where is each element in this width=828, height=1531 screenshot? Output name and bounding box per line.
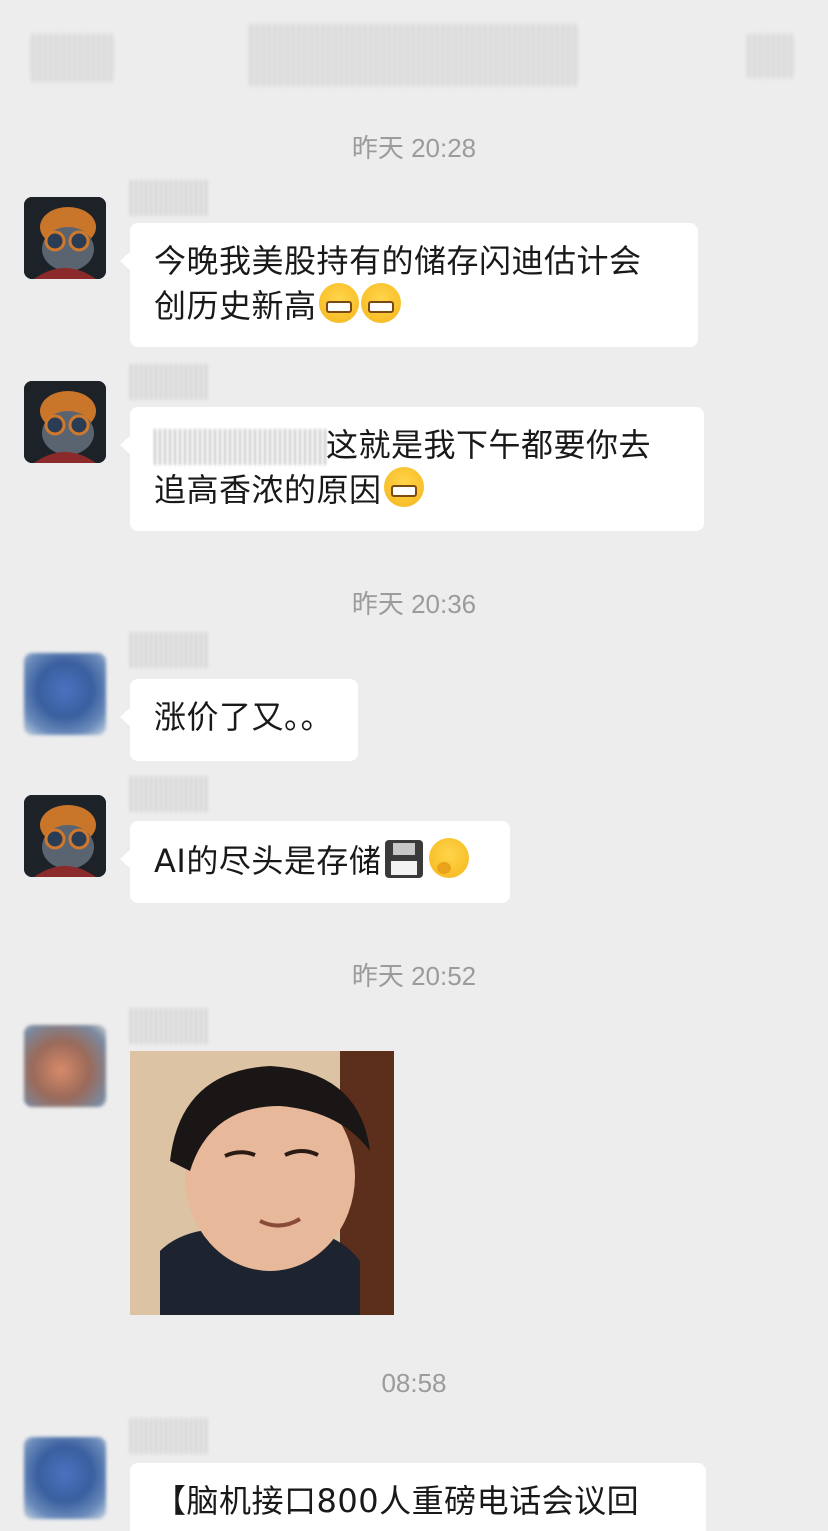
message-bubble[interactable]: 今晚我美股持有的储存闪迪估计会 创历史新高: [120, 223, 698, 347]
message-text: 【脑机接口800人重磅电话会议回: [154, 1482, 640, 1520]
grinning-face-icon: [318, 283, 359, 323]
redacted-mention: [154, 429, 326, 465]
cat-avatar-icon: [24, 381, 106, 463]
avatar[interactable]: [24, 795, 106, 877]
message-text-line: 这就是我下午都要你去: [154, 424, 680, 467]
message-text-line: 今晚我美股持有的储存闪迪估计会: [154, 242, 642, 280]
grinning-face-icon: [360, 283, 401, 323]
timestamp: 08:58: [381, 1368, 447, 1398]
avatar[interactable]: [24, 1437, 106, 1519]
timestamp: 昨天 20:52: [351, 961, 477, 991]
avatar[interactable]: [24, 197, 106, 279]
sender-name: [130, 180, 210, 216]
sender-name: [130, 1008, 210, 1044]
back-button[interactable]: [32, 34, 112, 82]
timestamp: 昨天 20:36: [351, 589, 477, 619]
grinning-face-icon: [383, 467, 424, 507]
avatar[interactable]: [24, 381, 106, 463]
chat-title: [250, 24, 580, 86]
thinking-face-icon: [429, 838, 470, 878]
sender-name: [130, 1418, 210, 1454]
message-bubble[interactable]: 这就是我下午都要你去 追高香浓的原因: [120, 407, 704, 531]
message-bubble[interactable]: 【脑机接口800人重磅电话会议回: [130, 1463, 706, 1531]
message-text: 追高香浓的原因: [154, 471, 382, 509]
message-text: 这就是我下午都要你去: [326, 426, 652, 464]
timestamp: 昨天 20:28: [351, 133, 477, 163]
message-text-line: 创历史新高: [154, 283, 674, 328]
message-text: AI的尽头是存储: [154, 842, 382, 880]
more-button[interactable]: [748, 34, 796, 78]
message-text: 涨价了又。。: [154, 698, 334, 736]
chat-header: [0, 0, 828, 104]
meme-photo-icon: [130, 1051, 394, 1315]
sender-name: [130, 364, 210, 400]
message-text: 创历史新高: [154, 287, 317, 325]
cat-avatar-icon: [24, 197, 106, 279]
sender-name: [130, 776, 210, 812]
message-bubble[interactable]: 涨价了又。。: [120, 679, 358, 761]
cat-avatar-icon: [24, 795, 106, 877]
avatar[interactable]: [24, 653, 106, 735]
avatar[interactable]: [24, 1025, 106, 1107]
floppy-disk-icon: [385, 840, 424, 878]
sender-name: [130, 632, 210, 668]
message-text-line: 追高香浓的原因: [154, 467, 680, 512]
image-message[interactable]: [130, 1051, 394, 1315]
message-bubble[interactable]: AI的尽头是存储: [120, 821, 510, 903]
